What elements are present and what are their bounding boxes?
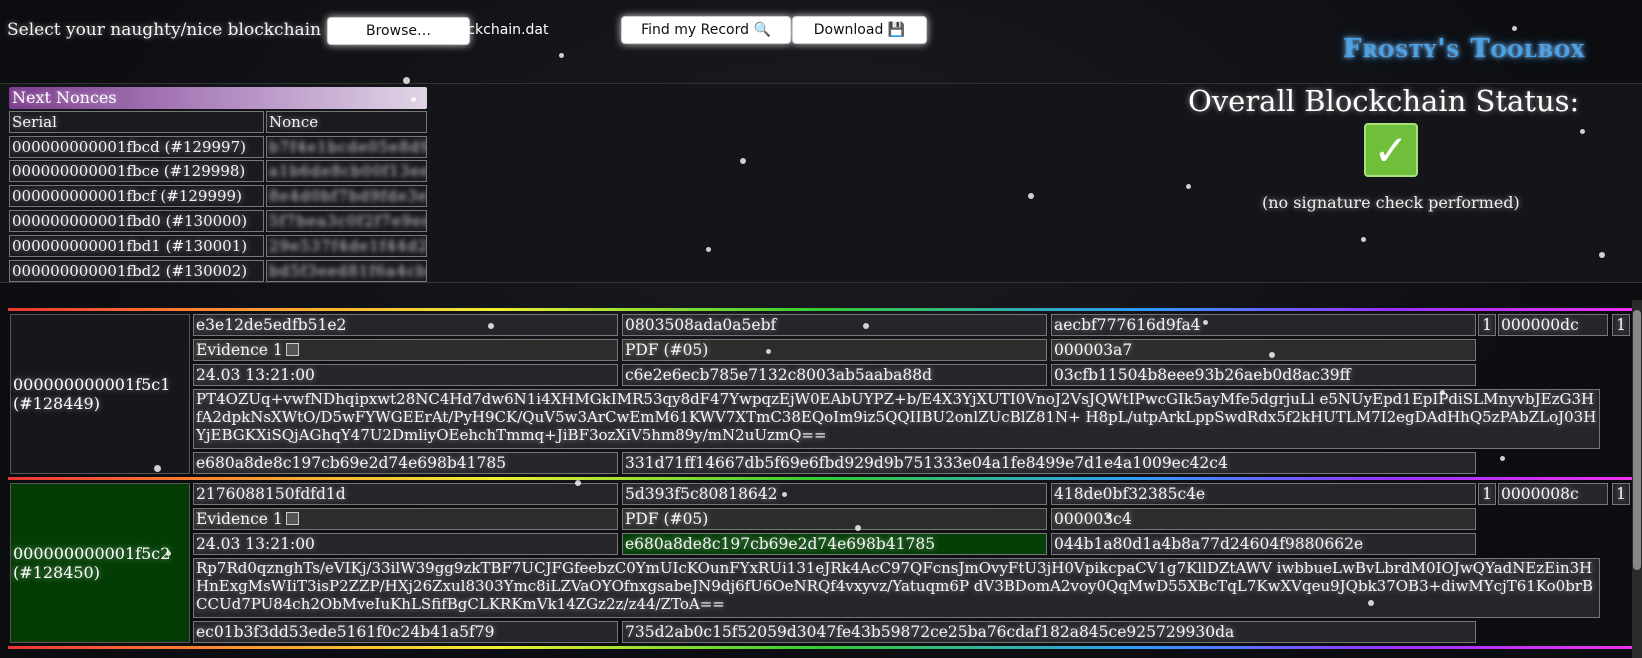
evidence-label: Evidence 1 [196,341,283,359]
record-field-time: 24.03 13:21:00 [193,364,618,386]
nonce-value-text: bd5f3eed81f6a4cbe4 [269,262,427,280]
nonce-serial: 000000000001fbd1 (#130001) [9,235,264,257]
record-field-hash: 044b1a80d1a4b8a77d24604f9880662e [1051,533,1476,555]
nonce-value: bd5f3eed81f6a4cbe4 [266,260,427,282]
snowflake [1269,352,1275,358]
snowflake [403,77,410,84]
record-field-md5: c6e2e6ecb785e7132c8003ab5aaba88d [622,364,1047,386]
record-field-n2: 1 [1612,314,1630,336]
record-divider [8,308,1634,311]
record-field-h3: 418de0bf32385c4e [1051,483,1476,505]
download-button[interactable]: Download 💾 [792,16,927,44]
find-record-button[interactable]: Find my Record 🔍 [621,16,791,44]
snowflake [166,551,171,556]
save-icon[interactable] [285,343,299,356]
record-field-pdf: PDF (#05) [622,508,1047,530]
nonce-value: a1b6de8cb00f13eed2 [266,160,427,182]
record-field-length: 000003a7 [1051,339,1476,361]
nonce-value: b7f4e1bcde05e8d9ga [266,136,427,158]
nonce-value-text: b7f4e1bcde05e8d9ga [269,138,426,156]
file-select-label: Select your naughty/nice blockchain → [7,20,341,40]
snowflake [740,158,746,164]
snowflake [1500,456,1505,461]
status-note: (no signature check performed) [1262,193,1520,212]
record-field-prev: e680a8de8c197cb69e2d74e698b41785 [193,452,618,474]
selected-filename: blockchain.dat [446,22,549,38]
nonce-value-text: a1b6de8cb00f13eed2 [269,162,426,180]
snowflake [855,525,861,531]
record-field-md5-match: e680a8de8c197cb69e2d74e698b41785 [622,533,1047,555]
record-field-h2: 5d393f5c80818642 [622,483,1047,505]
record-field-hash: 03cfb11504b8eee93b26aeb0d8ac39ff [1051,364,1476,386]
record-field-n1: 1 [1478,314,1496,336]
record-field-length: 000003c4 [1051,508,1476,530]
record-field-h3: aecbf777616d9fa4 [1051,314,1476,336]
scrollbar-thumb[interactable] [1633,310,1641,570]
nonce-value-text: 8e4d0bf7bd9fde3e6a [269,187,426,205]
record-field-n2: 1 [1612,483,1630,505]
snowflake [1512,26,1517,31]
save-icon[interactable] [285,512,299,525]
overall-status-title: Overall Blockchain Status: [1188,84,1580,118]
snowflake [782,492,787,497]
nonce-serial: 000000000001fbcd (#129997) [9,136,264,158]
nonce-value-text: 5f7bea3c0f2f7e9ed1 [269,212,427,230]
record-divider [8,646,1634,649]
record-field-prev: ec01b3f3dd53ede5161f0c24b41a5f79 [193,621,618,643]
snowflake [706,247,711,252]
snowflake [1186,184,1191,189]
nonce-value: 5f7bea3c0f2f7e9ed1 [266,210,427,232]
record-divider [8,477,1634,480]
nonce-value-text: 29e537f4de1f44d2b7 [269,237,426,255]
record-signature: Rp7Rd0qznghTs/eVIKj/33ilW39gg9zkTBF7UCJF… [193,558,1600,618]
nonce-col-serial: Serial [9,111,264,133]
record-id: 000000000001f5c2 (#128450) [10,483,190,643]
snowflake [559,53,564,58]
nonce-serial: 000000000001fbd2 (#130002) [9,260,264,282]
record-field-n1: 1 [1478,483,1496,505]
record-field-time: 24.03 13:21:00 [193,533,618,555]
nonce-value: 8e4d0bf7bd9fde3e6a [266,185,427,207]
next-nonces-title: Next Nonces [9,87,427,109]
evidence-label: Evidence 1 [196,510,283,528]
top-bar: Select your naughty/nice blockchain → Br… [0,0,1642,64]
snowflake [488,323,494,329]
nonce-value: 29e537f4de1f44d2b7 [266,235,427,257]
record-field-h1: 2176088150fdfd1d [193,483,618,505]
snowflake [1368,600,1374,606]
status-check-icon: ✓ [1364,123,1418,177]
record-field-h2: 0803508ada0a5ebf [622,314,1047,336]
snowflake [766,349,771,354]
record-field-sha256: 331d71ff14667db5f69e6fbd929d9b751333e04a… [622,452,1476,474]
snowflake [154,465,161,472]
nonce-serial: 000000000001fbcf (#129999) [9,185,264,207]
nonce-col-nonce: Nonce [266,111,427,133]
record-field-sha256: 735d2ab0c15f52059d3047fe43b59872ce25ba76… [622,621,1476,643]
snowflake [1106,514,1111,519]
record-field-code: 000000dc [1498,314,1608,336]
snowflake [575,480,581,486]
snowflake [1599,252,1605,258]
record-id: 000000000001f5c1 (#128449) [10,314,190,474]
nonce-serial: 000000000001fbce (#129998) [9,160,264,182]
record-field-code: 0000008c [1498,483,1608,505]
record-field-pdf: PDF (#05) [622,339,1047,361]
record-field-h1: e3e12de5edfb51e2 [193,314,618,336]
snowflake [1361,237,1366,242]
snowflake [863,323,869,329]
snowflake [1440,390,1445,395]
snowflake [1580,129,1585,134]
snowflake [1203,320,1208,325]
record-signature: PT4OZUq+vwfNDhqipxwt28NC4Hd7dw6N1i4XHMGk… [193,389,1600,449]
snowflake [411,97,416,102]
snowflake [1028,193,1034,199]
evidence-link[interactable]: Evidence 1 [193,508,618,530]
evidence-link[interactable]: Evidence 1 [193,339,618,361]
nonce-serial: 000000000001fbd0 (#130000) [9,210,264,232]
app-logo: Frosty's Toolbox [1343,34,1586,64]
